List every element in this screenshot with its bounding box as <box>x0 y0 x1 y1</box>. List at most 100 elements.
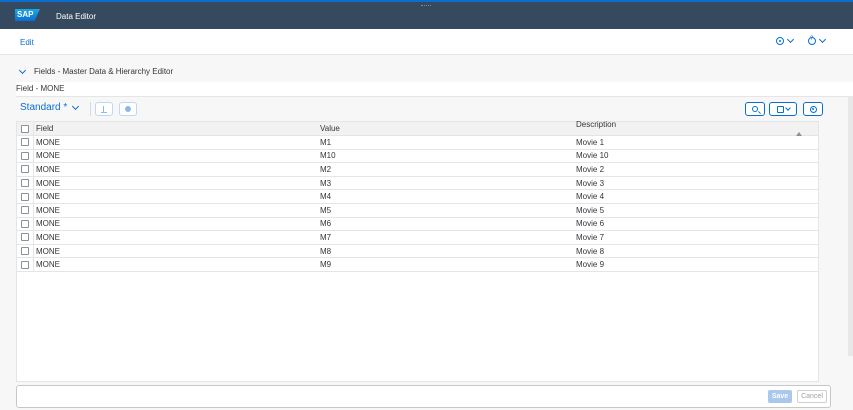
table-row[interactable]: MONE M9 Movie 9 <box>17 258 818 272</box>
row-select-cell <box>17 258 34 271</box>
row-select-cell <box>17 190 34 203</box>
row-checkbox[interactable] <box>21 179 29 188</box>
row-checkbox[interactable] <box>21 260 29 269</box>
footer-bar: Save Cancel <box>16 385 831 408</box>
cell-description: Movie 8 <box>576 246 605 256</box>
table-row[interactable]: MONE M8 Movie 8 <box>17 244 818 259</box>
chevron-down-icon <box>784 105 791 111</box>
variant-selector[interactable]: Standard * <box>20 102 80 113</box>
cancel-button[interactable]: Cancel <box>797 390 827 403</box>
section-header[interactable]: Fields - Master Data & Hierarchy Editor <box>18 66 174 76</box>
row-checkbox[interactable] <box>21 192 29 201</box>
page-scrollbar[interactable] <box>848 96 853 356</box>
app-title: Data Editor <box>56 12 97 21</box>
delete-button[interactable] <box>119 102 137 116</box>
cell-field: MONE <box>36 205 60 215</box>
edit-button[interactable]: Edit <box>20 38 34 47</box>
cell-field: MONE <box>36 219 60 229</box>
cell-field: MONE <box>36 151 60 161</box>
upload-icon <box>101 105 107 113</box>
row-select-cell <box>17 176 34 190</box>
cell-value: M6 <box>320 219 332 229</box>
cell-field: MONE <box>36 232 60 242</box>
row-checkbox[interactable] <box>21 247 29 256</box>
column-header-description[interactable]: Description <box>574 120 818 138</box>
section-title: Fields - Master Data & Hierarchy Editor <box>34 67 174 76</box>
row-select-cell <box>17 244 34 258</box>
cell-field: MONE <box>36 192 60 202</box>
row-select-cell <box>17 217 34 231</box>
cell-description: Movie 9 <box>576 260 605 270</box>
row-select-cell <box>17 136 34 149</box>
upload-button[interactable] <box>95 102 113 116</box>
table-row[interactable]: MONE M3 Movie 3 <box>17 176 818 191</box>
table-row[interactable]: MONE M2 Movie 2 <box>17 163 818 177</box>
table-row[interactable]: MONE M4 Movie 4 <box>17 190 818 204</box>
table-header: Field Value Description <box>17 120 818 138</box>
row-checkbox[interactable] <box>21 206 29 215</box>
table-row[interactable]: MONE M7 Movie 7 <box>17 231 818 245</box>
select-all-checkbox[interactable] <box>21 124 29 133</box>
cell-value: M9 <box>320 260 332 270</box>
data-table: Field Value Description MONE M1 Movie 1 MON… <box>16 120 819 382</box>
table-row[interactable]: MONE M1 Movie 1 <box>17 136 818 150</box>
row-checkbox[interactable] <box>21 165 29 174</box>
help-icon <box>808 36 816 45</box>
chevron-down-icon <box>72 102 80 110</box>
row-checkbox[interactable] <box>21 219 29 228</box>
cell-value: M10 <box>320 151 336 161</box>
cell-value: M8 <box>320 246 332 256</box>
cell-field: MONE <box>36 137 60 147</box>
export-button[interactable] <box>769 102 797 116</box>
settings-menu-button[interactable] <box>776 35 795 45</box>
toolbar-separator <box>90 102 91 116</box>
table-row[interactable]: MONE M6 Movie 6 <box>17 217 818 232</box>
sort-ascending-icon[interactable] <box>796 131 802 136</box>
table-toolbar: Standard * <box>16 99 825 119</box>
cell-description: Movie 7 <box>576 232 605 242</box>
cell-field: MONE <box>36 178 60 188</box>
cell-description: Movie 10 <box>576 151 609 161</box>
search-button[interactable] <box>745 102 765 116</box>
gear-icon <box>809 105 817 113</box>
row-select-cell <box>17 149 34 163</box>
shell-bar: SAP Data Editor <box>0 2 853 29</box>
gear-icon <box>776 37 784 45</box>
save-button[interactable]: Save <box>768 390 792 403</box>
cell-description: Movie 1 <box>576 137 605 147</box>
cell-description: Movie 5 <box>576 205 605 215</box>
select-all-cell <box>17 122 34 135</box>
table-row[interactable]: MONE M5 Movie 5 <box>17 203 818 218</box>
search-icon <box>752 106 758 112</box>
cell-value: M1 <box>320 137 332 147</box>
drag-handle-icon[interactable] <box>421 5 431 8</box>
variant-name: Standard * <box>20 102 68 113</box>
export-icon <box>776 105 784 113</box>
delete-icon <box>125 106 131 112</box>
cell-field: MONE <box>36 164 60 174</box>
column-header-field[interactable]: Field <box>34 124 318 133</box>
table-row[interactable]: MONE M10 Movie 10 <box>17 149 818 164</box>
table-scrollbar[interactable] <box>819 121 825 382</box>
help-menu-button[interactable] <box>808 35 827 45</box>
table-settings-button[interactable] <box>803 102 823 116</box>
cell-field: MONE <box>36 260 60 270</box>
row-checkbox[interactable] <box>21 138 29 147</box>
row-checkbox[interactable] <box>21 151 29 160</box>
chevron-down-icon <box>786 35 795 44</box>
row-checkbox[interactable] <box>21 233 29 242</box>
row-select-cell <box>17 231 34 244</box>
column-header-value[interactable]: Value <box>318 124 574 133</box>
sap-logo[interactable]: SAP <box>15 9 40 21</box>
cell-value: M2 <box>320 164 332 174</box>
collapse-chevron-icon[interactable] <box>18 66 27 74</box>
cell-value: M7 <box>320 232 332 242</box>
cell-value: M5 <box>320 205 332 215</box>
column-header-description-label: Description <box>576 119 617 129</box>
sub-header: Edit <box>0 29 853 55</box>
cell-description: Movie 2 <box>576 164 605 174</box>
cell-description: Movie 4 <box>576 192 605 202</box>
cell-value: M3 <box>320 178 332 188</box>
row-select-cell <box>17 203 34 217</box>
cell-value: M4 <box>320 192 332 202</box>
